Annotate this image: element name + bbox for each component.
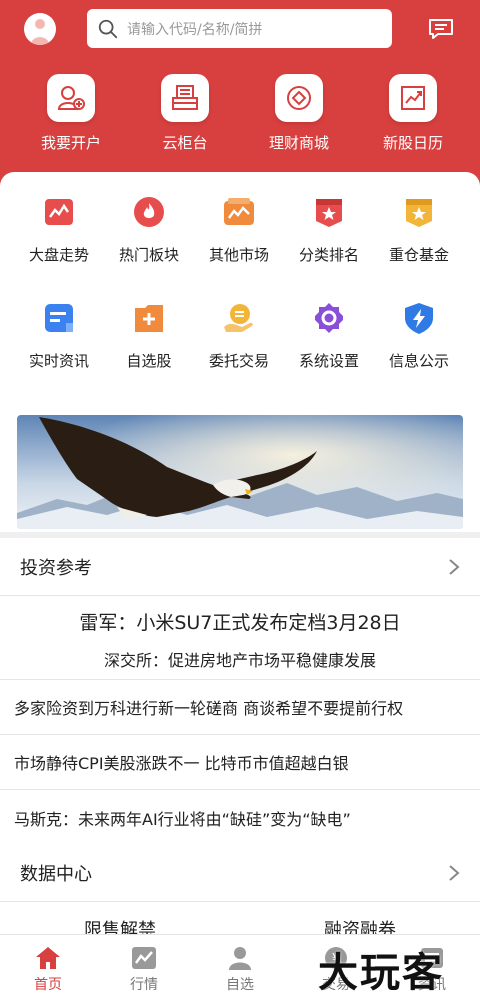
nav-home[interactable]: 首页 — [0, 935, 96, 1000]
info-disclosure-icon — [405, 303, 433, 334]
news-item[interactable]: 市场静待CPI美股涨跌不一 比特币市值超越白银 — [0, 735, 480, 790]
open-account-icon — [57, 86, 85, 110]
quick-cloud-counter[interactable]: 云柜台 — [128, 74, 242, 153]
cloud-counter-icon — [172, 85, 198, 110]
news-item[interactable]: 马斯克：未来两年AI行业将由“缺硅”变为“缺电” — [0, 790, 480, 845]
headline-title[interactable]: 雷军：小米SU7正式发布定档3月28日 — [0, 608, 480, 635]
ranking-icon — [316, 199, 342, 227]
grid-info-disclosure[interactable]: 信息公示 — [374, 300, 464, 406]
search-bar[interactable]: 请输入代码/名称/简拼 — [87, 9, 392, 48]
grid-market-trend[interactable]: 大盘走势 — [14, 194, 104, 300]
other-market-icon — [224, 198, 254, 225]
realtime-news-icon — [45, 304, 73, 332]
chevron-right-icon — [449, 864, 460, 881]
market-icon — [132, 947, 156, 969]
watermark: 大玩客 — [318, 950, 444, 996]
grid-settings[interactable]: 系统设置 — [284, 300, 374, 406]
headline-block[interactable]: 雷军：小米SU7正式发布定档3月28日 深交所：促进房地产市场平稳健康发展 — [0, 596, 480, 680]
search-icon — [98, 19, 118, 38]
data-center-section: 数据中心 限售解禁 融资融券 — [0, 844, 480, 941]
search-input[interactable]: 请输入代码/名称/简拼 — [127, 19, 262, 39]
settings-icon — [315, 303, 343, 333]
function-panel: 大盘走势 热门板块 其他市场 分类排名 重仓基金 实时资讯 自选股 委托交易 系… — [0, 172, 480, 532]
grid-entrust-trade[interactable]: 委托交易 — [194, 300, 284, 406]
quick-actions: 我要开户 云柜台 理财商城 新股日历 — [0, 74, 480, 153]
watchlist-icon — [135, 305, 163, 332]
chevron-right-icon — [449, 558, 460, 575]
grid-fund[interactable]: 重仓基金 — [374, 194, 464, 300]
nav-market[interactable]: 行情 — [96, 935, 192, 1000]
nav-watchlist[interactable]: 自选 — [192, 935, 288, 1000]
home-icon — [36, 947, 60, 969]
quick-wealth-mall[interactable]: 理财商城 — [242, 74, 356, 153]
grid-other-market[interactable]: 其他市场 — [194, 194, 284, 300]
eagle-banner-image — [17, 415, 463, 529]
data-center-header[interactable]: 数据中心 — [0, 844, 480, 902]
entrust-trade-icon — [224, 304, 253, 332]
message-icon[interactable] — [428, 18, 454, 40]
market-trend-icon — [45, 199, 73, 225]
grid-watchlist[interactable]: 自选股 — [104, 300, 194, 406]
avatar[interactable] — [24, 13, 56, 45]
invest-reference-header[interactable]: 投资参考 — [0, 538, 480, 596]
user-icon — [229, 947, 251, 970]
hot-sector-icon — [134, 197, 164, 227]
headline-subtitle[interactable]: 深交所：促进房地产市场平稳健康发展 — [0, 647, 480, 671]
grid-realtime-news[interactable]: 实时资讯 — [14, 300, 104, 406]
quick-ipo-calendar[interactable]: 新股日历 — [356, 74, 470, 153]
grid-ranking[interactable]: 分类排名 — [284, 194, 374, 300]
ipo-calendar-icon — [401, 86, 425, 110]
function-grid: 大盘走势 热门板块 其他市场 分类排名 重仓基金 实时资讯 自选股 委托交易 系… — [0, 194, 480, 406]
invest-reference-section: 投资参考 雷军：小米SU7正式发布定档3月28日 深交所：促进房地产市场平稳健康… — [0, 538, 480, 845]
grid-hot-sector[interactable]: 热门板块 — [104, 194, 194, 300]
wealth-mall-icon — [287, 86, 311, 110]
fund-icon — [406, 199, 432, 227]
eagle-banner[interactable] — [17, 415, 463, 529]
quick-open-account[interactable]: 我要开户 — [14, 74, 128, 153]
news-item[interactable]: 多家险资到万科进行新一轮磋商 商谈希望不要提前行权 — [0, 680, 480, 735]
